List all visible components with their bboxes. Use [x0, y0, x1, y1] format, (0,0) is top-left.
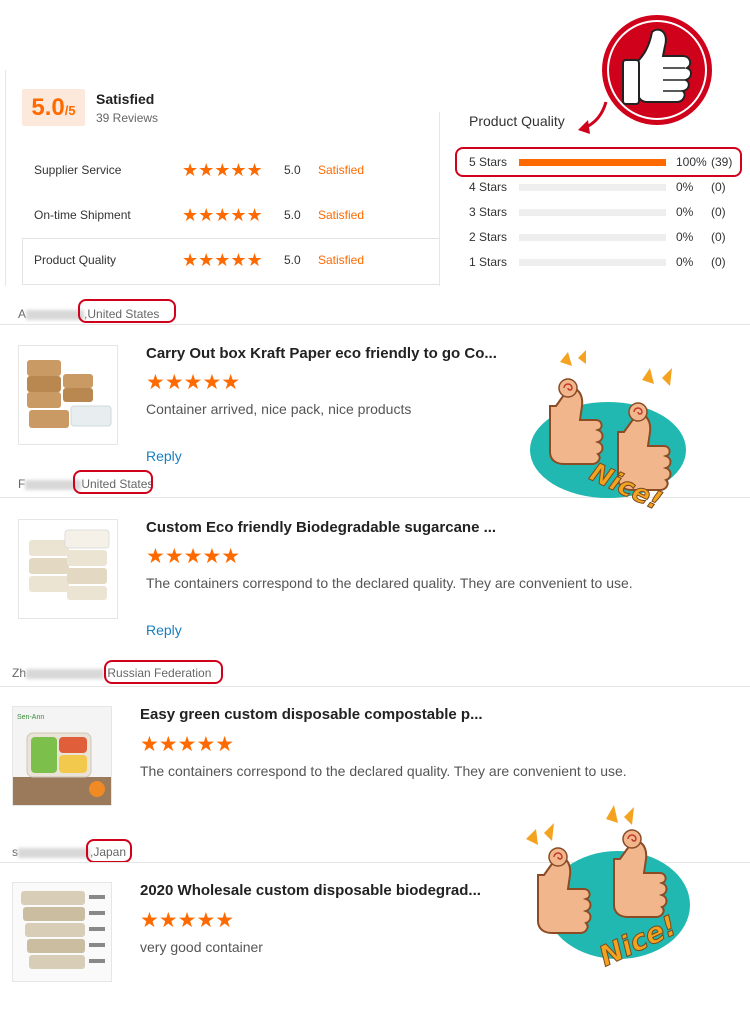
- metric-value-supplier-service: 5.0: [284, 163, 301, 177]
- distribution-label: 1 Stars: [469, 255, 508, 269]
- svg-text:Sen-Ann: Sen-Ann: [17, 714, 44, 721]
- distribution-row-2-stars: 2 Stars 0% (0): [469, 230, 739, 246]
- distribution-bar-track: [519, 184, 666, 191]
- metric-stars-supplier-service: ★★★★★: [182, 160, 263, 180]
- product-title[interactable]: 2020 Wholesale custom disposable biodegr…: [140, 882, 481, 899]
- sugarcane-container-image: [19, 520, 117, 618]
- metric-label-on-time-shipment[interactable]: On-time Shipment: [34, 208, 131, 222]
- distribution-count: (0): [711, 255, 726, 269]
- product-thumbnail[interactable]: Sen-Ann: [12, 706, 112, 806]
- distribution-count: (0): [711, 180, 726, 194]
- metric-value-on-time-shipment: 5.0: [284, 208, 301, 222]
- divider: [0, 324, 750, 325]
- distribution-row-1-stars: 1 Stars 0% (0): [469, 255, 739, 271]
- metric-status-supplier-service: Satisfied: [318, 163, 365, 177]
- distribution-label: 4 Stars: [469, 180, 508, 194]
- distribution-count: (0): [711, 230, 726, 244]
- product-thumbnail[interactable]: [12, 882, 112, 982]
- review-text: Container arrived, nice pack, nice produ…: [146, 401, 412, 417]
- column-divider: [439, 112, 440, 286]
- metric-value-product-quality: 5.0: [284, 253, 301, 267]
- kraft-box-image: [19, 346, 117, 444]
- highlight-oval-5-stars: [455, 147, 742, 177]
- reviewer-initial: F: [18, 477, 26, 491]
- metric-stars-on-time-shipment: ★★★★★: [182, 205, 263, 225]
- product-title[interactable]: Custom Eco friendly Biodegradable sugarc…: [146, 519, 496, 536]
- distribution-label: 2 Stars: [469, 230, 508, 244]
- review-stars: ★★★★★: [140, 909, 235, 932]
- product-title[interactable]: Carry Out box Kraft Paper eco friendly t…: [146, 345, 497, 362]
- distribution-count: (0): [711, 205, 726, 219]
- reply-link[interactable]: Reply: [146, 448, 182, 464]
- highlight-oval-country: [104, 660, 223, 684]
- thumbs-up-badge-icon: [599, 12, 715, 128]
- distribution-row-3-stars: 3 Stars 0% (0): [469, 205, 739, 221]
- distribution-heading: Product Quality: [469, 113, 565, 129]
- distribution-percent: 0%: [676, 205, 694, 219]
- metric-label-supplier-service[interactable]: Supplier Service: [34, 163, 121, 177]
- review-text: The containers correspond to the declare…: [146, 575, 633, 591]
- nice-sticker-icon: Nice!: [530, 350, 686, 515]
- product-thumbnail[interactable]: [18, 519, 118, 619]
- divider: [0, 686, 750, 687]
- reviewer-initial: A: [18, 307, 27, 321]
- distribution-percent: 0%: [676, 180, 694, 194]
- highlight-oval-country: [78, 299, 176, 323]
- distribution-percent: 0%: [676, 230, 694, 244]
- review-stars: ★★★★★: [146, 371, 241, 394]
- review-text: very good container: [140, 939, 263, 955]
- distribution-bar-track: [519, 209, 666, 216]
- metric-stars-product-quality: ★★★★★: [182, 250, 263, 270]
- reviewer-name-blurred: [26, 668, 105, 679]
- distribution-label: 3 Stars: [469, 205, 508, 219]
- distribution-percent: 0%: [676, 255, 694, 269]
- highlight-oval-country: [86, 839, 132, 863]
- metric-status-on-time-shipment: Satisfied: [318, 208, 365, 222]
- arrow-pointer-icon: [578, 101, 608, 134]
- overall-score: 5.0: [31, 94, 65, 121]
- reviews-count: 39 Reviews: [96, 111, 159, 125]
- distribution-bar-track: [519, 234, 666, 241]
- review-stars: ★★★★★: [146, 545, 241, 568]
- product-title[interactable]: Easy green custom disposable compostable…: [140, 706, 483, 723]
- distribution-bar-track: [519, 259, 666, 266]
- metric-status-product-quality: Satisfied: [318, 253, 365, 267]
- biodegradable-container-image: [13, 883, 111, 981]
- review-text: The containers correspond to the declare…: [140, 763, 627, 779]
- reply-link[interactable]: Reply: [146, 622, 182, 638]
- highlight-oval-country: [73, 470, 153, 494]
- nice-sticker-icon: Nice!: [526, 805, 690, 974]
- reviewer-initial: Zh: [12, 666, 27, 680]
- review-stars: ★★★★★: [140, 733, 235, 756]
- compostable-container-image: Sen-Ann: [13, 707, 111, 805]
- left-border: [5, 70, 6, 286]
- overall-score-denominator: /5: [64, 103, 76, 118]
- overall-status: Satisfied: [96, 91, 155, 107]
- product-thumbnail[interactable]: [18, 345, 118, 445]
- metric-label-product-quality[interactable]: Product Quality: [34, 253, 116, 267]
- reviewer-name-blurred: [18, 847, 90, 858]
- reviewer-name-blurred: [26, 309, 85, 320]
- overall-score-badge: 5.0/5: [22, 89, 85, 126]
- distribution-row-4-stars: 4 Stars 0% (0): [469, 180, 739, 196]
